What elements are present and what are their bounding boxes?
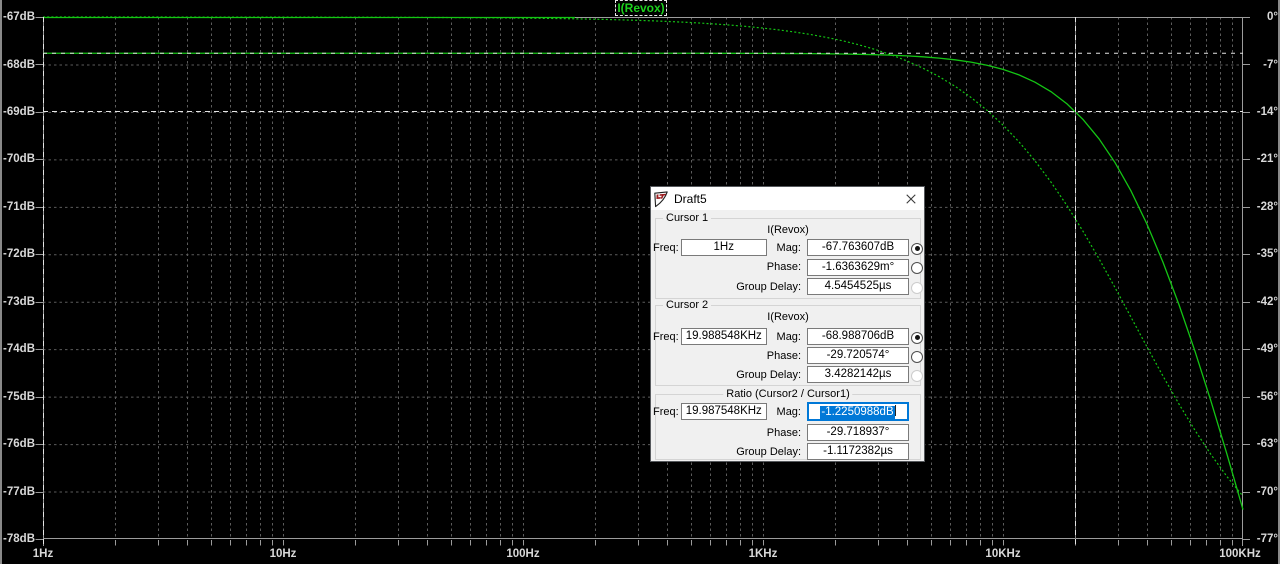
y-left-label: -71dB <box>3 200 35 213</box>
value-label: Phase: <box>766 426 801 439</box>
value-label: Mag: <box>776 330 801 343</box>
value-field[interactable]: -67.763607dB <box>807 239 909 257</box>
magnitude-trace <box>43 52 1244 510</box>
y-right-label: -14° <box>1256 105 1278 118</box>
x-axis-label: 100Hz <box>506 548 540 560</box>
y-right-label: -35° <box>1256 248 1278 261</box>
selected-value-text: -1.2250988dB <box>820 406 895 420</box>
y-left-label: -70dB <box>3 153 35 166</box>
close-icon[interactable] <box>906 194 916 204</box>
y-right-label: -28° <box>1256 200 1278 213</box>
radio-disabled <box>911 369 923 382</box>
value-field[interactable]: -29.718937° <box>807 424 909 442</box>
ltspice-waveform-window: -67dB -68dB -69dB -70dB -71dB -72dB -73dB -74dB… <box>0 0 1280 564</box>
text-caret <box>894 405 896 417</box>
group-trace-name: I(Revox) <box>767 223 809 236</box>
group-label: Cursor 2 <box>663 298 712 311</box>
radio-selected[interactable] <box>911 242 923 255</box>
group-label: Ratio (Cursor2 / Cursor1) <box>723 388 853 400</box>
value-field[interactable]: -68.988706dB <box>807 328 909 345</box>
value-label: Phase: <box>766 261 801 274</box>
x-axis-label: 100KHz <box>1219 548 1261 560</box>
x-axis-label: 1Hz <box>32 548 54 560</box>
y-left-label: -67dB <box>3 11 35 23</box>
value-label: Phase: <box>766 349 801 362</box>
group-cursor-2: Cursor 2 I(Revox) Freq: 19.988548KHz Mag: -68… <box>653 298 923 386</box>
freq-label: Freq: <box>653 241 679 254</box>
radio-selected[interactable] <box>911 331 923 344</box>
y-right-label: -7° <box>1263 58 1278 71</box>
freq-label: Freq: <box>653 405 679 418</box>
y-right-label: -63° <box>1256 438 1278 451</box>
radio-unselected[interactable] <box>911 350 923 363</box>
plot-border <box>43 17 1243 539</box>
radio-unselected[interactable] <box>911 262 923 275</box>
y-left-label: -76dB <box>3 438 35 451</box>
value-field[interactable]: -29.720574° <box>807 347 909 364</box>
value-label: Group Delay: <box>736 445 801 458</box>
value-label: Group Delay: <box>736 368 801 381</box>
y-left-label: -73dB <box>3 295 35 308</box>
value-field[interactable]: 3.4282142µs <box>807 366 909 383</box>
value-field[interactable]: -1.2250988dB <box>807 402 909 422</box>
dialog-title: Draft5 <box>674 192 707 206</box>
y-right-label: -70° <box>1256 485 1278 498</box>
radio-disabled <box>911 281 923 294</box>
phase-trace <box>43 16 1244 497</box>
y-left-label: -75dB <box>3 390 35 403</box>
y-right-label: -42° <box>1256 295 1278 308</box>
y-left-label: -69dB <box>3 105 35 118</box>
x-axis-label: 10Hz <box>269 548 297 560</box>
y-right-label: -21° <box>1256 153 1278 166</box>
value-label: Mag: <box>776 241 801 254</box>
group-cursor-1: Cursor 1 I(Revox) Freq: 1Hz Mag: -67.763607dB… <box>653 211 923 299</box>
y-right-label: 0° <box>1267 11 1278 23</box>
cursor-dialog[interactable]: Draft5 Cursor 1 I(Revox) Freq: 1Hz Mag: -67.7… <box>650 186 925 462</box>
freq-label: Freq: <box>653 330 679 343</box>
y-left-label: -72dB <box>3 248 35 261</box>
trace-label[interactable]: I(Revox) <box>615 0 667 16</box>
y-left-label: -68dB <box>3 58 35 71</box>
plot-area[interactable] <box>0 0 1280 564</box>
value-label: Group Delay: <box>736 280 801 293</box>
group-trace-name: I(Revox) <box>767 310 809 323</box>
y-left-label: -77dB <box>3 485 35 498</box>
y-right-label: -49° <box>1256 343 1278 356</box>
value-field[interactable]: -1.6363629m° <box>807 258 909 276</box>
group-ratio-cursor2-cursor1-: Ratio (Cursor2 / Cursor1) Freq: 19.987548K… <box>653 388 921 461</box>
dialog-titlebar[interactable]: Draft5 <box>651 187 924 210</box>
x-axis-label: 10KHz <box>985 548 1021 560</box>
ltspice-logo-icon <box>654 191 668 208</box>
y-right-label: -77° <box>1256 533 1278 545</box>
x-axis-label: 1KHz <box>748 548 778 560</box>
value-field[interactable]: -1.1172382µs <box>807 443 909 461</box>
value-field[interactable]: 4.5454525µs <box>807 278 909 296</box>
group-label: Cursor 1 <box>663 211 712 224</box>
value-label: Mag: <box>776 405 801 418</box>
y-left-label: -74dB <box>3 343 35 356</box>
y-right-label: -56° <box>1256 390 1278 403</box>
y-left-label: -78dB <box>3 533 35 545</box>
